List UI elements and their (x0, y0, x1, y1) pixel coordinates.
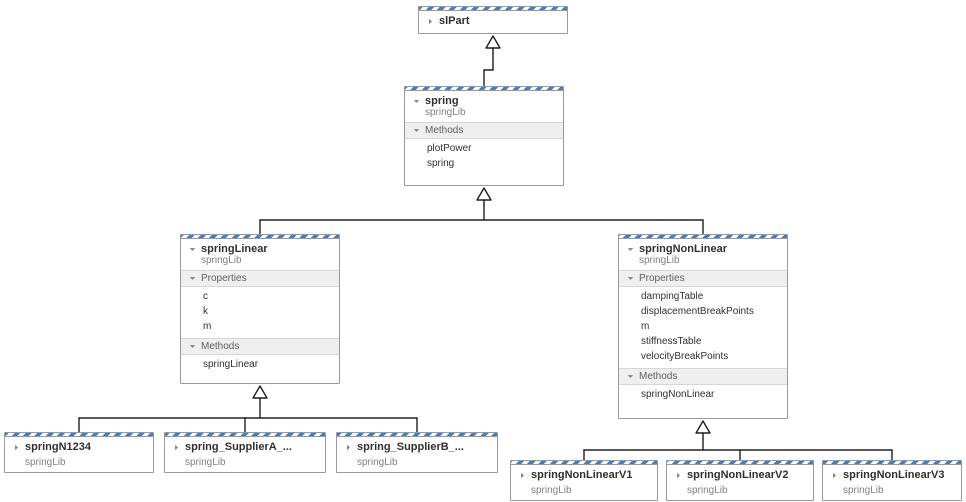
chevron-down-icon[interactable] (187, 342, 197, 352)
property-item[interactable]: m (619, 319, 787, 334)
class-title-row[interactable]: springNonLinearV3 (823, 465, 961, 485)
property-item[interactable]: dampingTable (619, 289, 787, 304)
class-box-springLinear[interactable]: springLinearspringLibPropertiesckmMethod… (180, 234, 340, 384)
class-package: springLib (405, 107, 563, 122)
class-box-springNonLinearV2[interactable]: springNonLinearV2 springLib (666, 460, 814, 501)
class-title-row[interactable]: slPart (419, 11, 567, 31)
class-box-slPart[interactable]: slPart (418, 6, 568, 34)
chevron-down-icon[interactable] (187, 244, 197, 254)
class-title-row[interactable]: springNonLinearV1 (511, 465, 657, 485)
class-package: springLib (823, 485, 961, 500)
class-title-row[interactable]: springNonLinearV2 (667, 465, 813, 485)
chevron-right-icon[interactable] (171, 442, 181, 452)
class-box-spring_SupplierA[interactable]: spring_SupplierA_... springLib (164, 432, 326, 473)
property-item[interactable]: m (181, 319, 339, 334)
class-package: springLib (165, 457, 325, 472)
class-box-springNonLinearV1[interactable]: springNonLinearV1 springLib (510, 460, 658, 501)
section-label: Methods (425, 125, 463, 136)
property-item[interactable]: velocityBreakPoints (619, 349, 787, 364)
class-title-row[interactable]: spring (405, 91, 563, 107)
chevron-right-icon[interactable] (11, 442, 21, 452)
class-package: springLib (667, 485, 813, 500)
properties-list: dampingTabledisplacementBreakPointsmstif… (619, 287, 787, 368)
chevron-right-icon[interactable] (673, 470, 683, 480)
class-box-spring[interactable]: springspringLibMethodsplotPowerspring (404, 86, 564, 186)
chevron-right-icon[interactable] (829, 470, 839, 480)
class-box-spring_SupplierB[interactable]: spring_SupplierB_... springLib (336, 432, 498, 473)
class-package: springLib (337, 457, 497, 472)
methods-list: plotPowerspring (405, 139, 563, 175)
property-item[interactable]: k (181, 304, 339, 319)
section-label: Methods (639, 371, 677, 382)
methods-section-header[interactable]: Methods (619, 368, 787, 385)
property-item[interactable]: displacementBreakPoints (619, 304, 787, 319)
class-name: springNonLinearV1 (531, 469, 632, 481)
class-box-springN1234[interactable]: springN1234 springLib (4, 432, 154, 473)
property-item[interactable]: c (181, 289, 339, 304)
method-item[interactable]: spring (405, 156, 563, 171)
property-item[interactable]: stiffnessTable (619, 334, 787, 349)
class-name: springN1234 (25, 441, 91, 453)
methods-list: springNonLinear (619, 385, 787, 406)
class-name: spring_SupplierB_... (357, 441, 464, 453)
class-title-row[interactable]: spring_SupplierA_... (165, 437, 325, 457)
section-label: Properties (201, 273, 247, 284)
class-box-springNonLinear[interactable]: springNonLinearspringLibPropertiesdampin… (618, 234, 788, 419)
class-name: spring (425, 95, 459, 107)
methods-section-header[interactable]: Methods (405, 122, 563, 139)
class-name: springNonLinearV3 (843, 469, 944, 481)
properties-section-header[interactable]: Properties (181, 270, 339, 287)
class-name: springNonLinearV2 (687, 469, 788, 481)
method-item[interactable]: springLinear (181, 357, 339, 372)
class-name: springNonLinear (639, 243, 727, 255)
chevron-right-icon[interactable] (425, 16, 435, 26)
connector-layer (0, 0, 966, 502)
class-title-row[interactable]: spring_SupplierB_... (337, 437, 497, 457)
chevron-down-icon[interactable] (625, 244, 635, 254)
methods-list: springLinear (181, 355, 339, 376)
class-package: springLib (511, 485, 657, 500)
class-package: springLib (5, 457, 153, 472)
method-item[interactable]: plotPower (405, 141, 563, 156)
chevron-right-icon[interactable] (343, 442, 353, 452)
diagram-canvas: slPartspringspringLibMethodsplotPowerspr… (0, 0, 966, 502)
section-label: Methods (201, 341, 239, 352)
class-box-springNonLinearV3[interactable]: springNonLinearV3 springLib (822, 460, 962, 501)
class-package: springLib (619, 255, 787, 270)
chevron-down-icon[interactable] (625, 274, 635, 284)
class-title-row[interactable]: springLinear (181, 239, 339, 255)
chevron-down-icon[interactable] (187, 274, 197, 284)
method-item[interactable]: springNonLinear (619, 387, 787, 402)
chevron-down-icon[interactable] (625, 372, 635, 382)
properties-list: ckm (181, 287, 339, 338)
class-title-row[interactable]: springN1234 (5, 437, 153, 457)
chevron-down-icon[interactable] (411, 126, 421, 136)
class-package: springLib (181, 255, 339, 270)
chevron-down-icon[interactable] (411, 96, 421, 106)
class-name: spring_SupplierA_... (185, 441, 292, 453)
methods-section-header[interactable]: Methods (181, 338, 339, 355)
section-label: Properties (639, 273, 685, 284)
properties-section-header[interactable]: Properties (619, 270, 787, 287)
class-name: slPart (439, 15, 470, 27)
chevron-right-icon[interactable] (517, 470, 527, 480)
class-name: springLinear (201, 243, 268, 255)
class-title-row[interactable]: springNonLinear (619, 239, 787, 255)
